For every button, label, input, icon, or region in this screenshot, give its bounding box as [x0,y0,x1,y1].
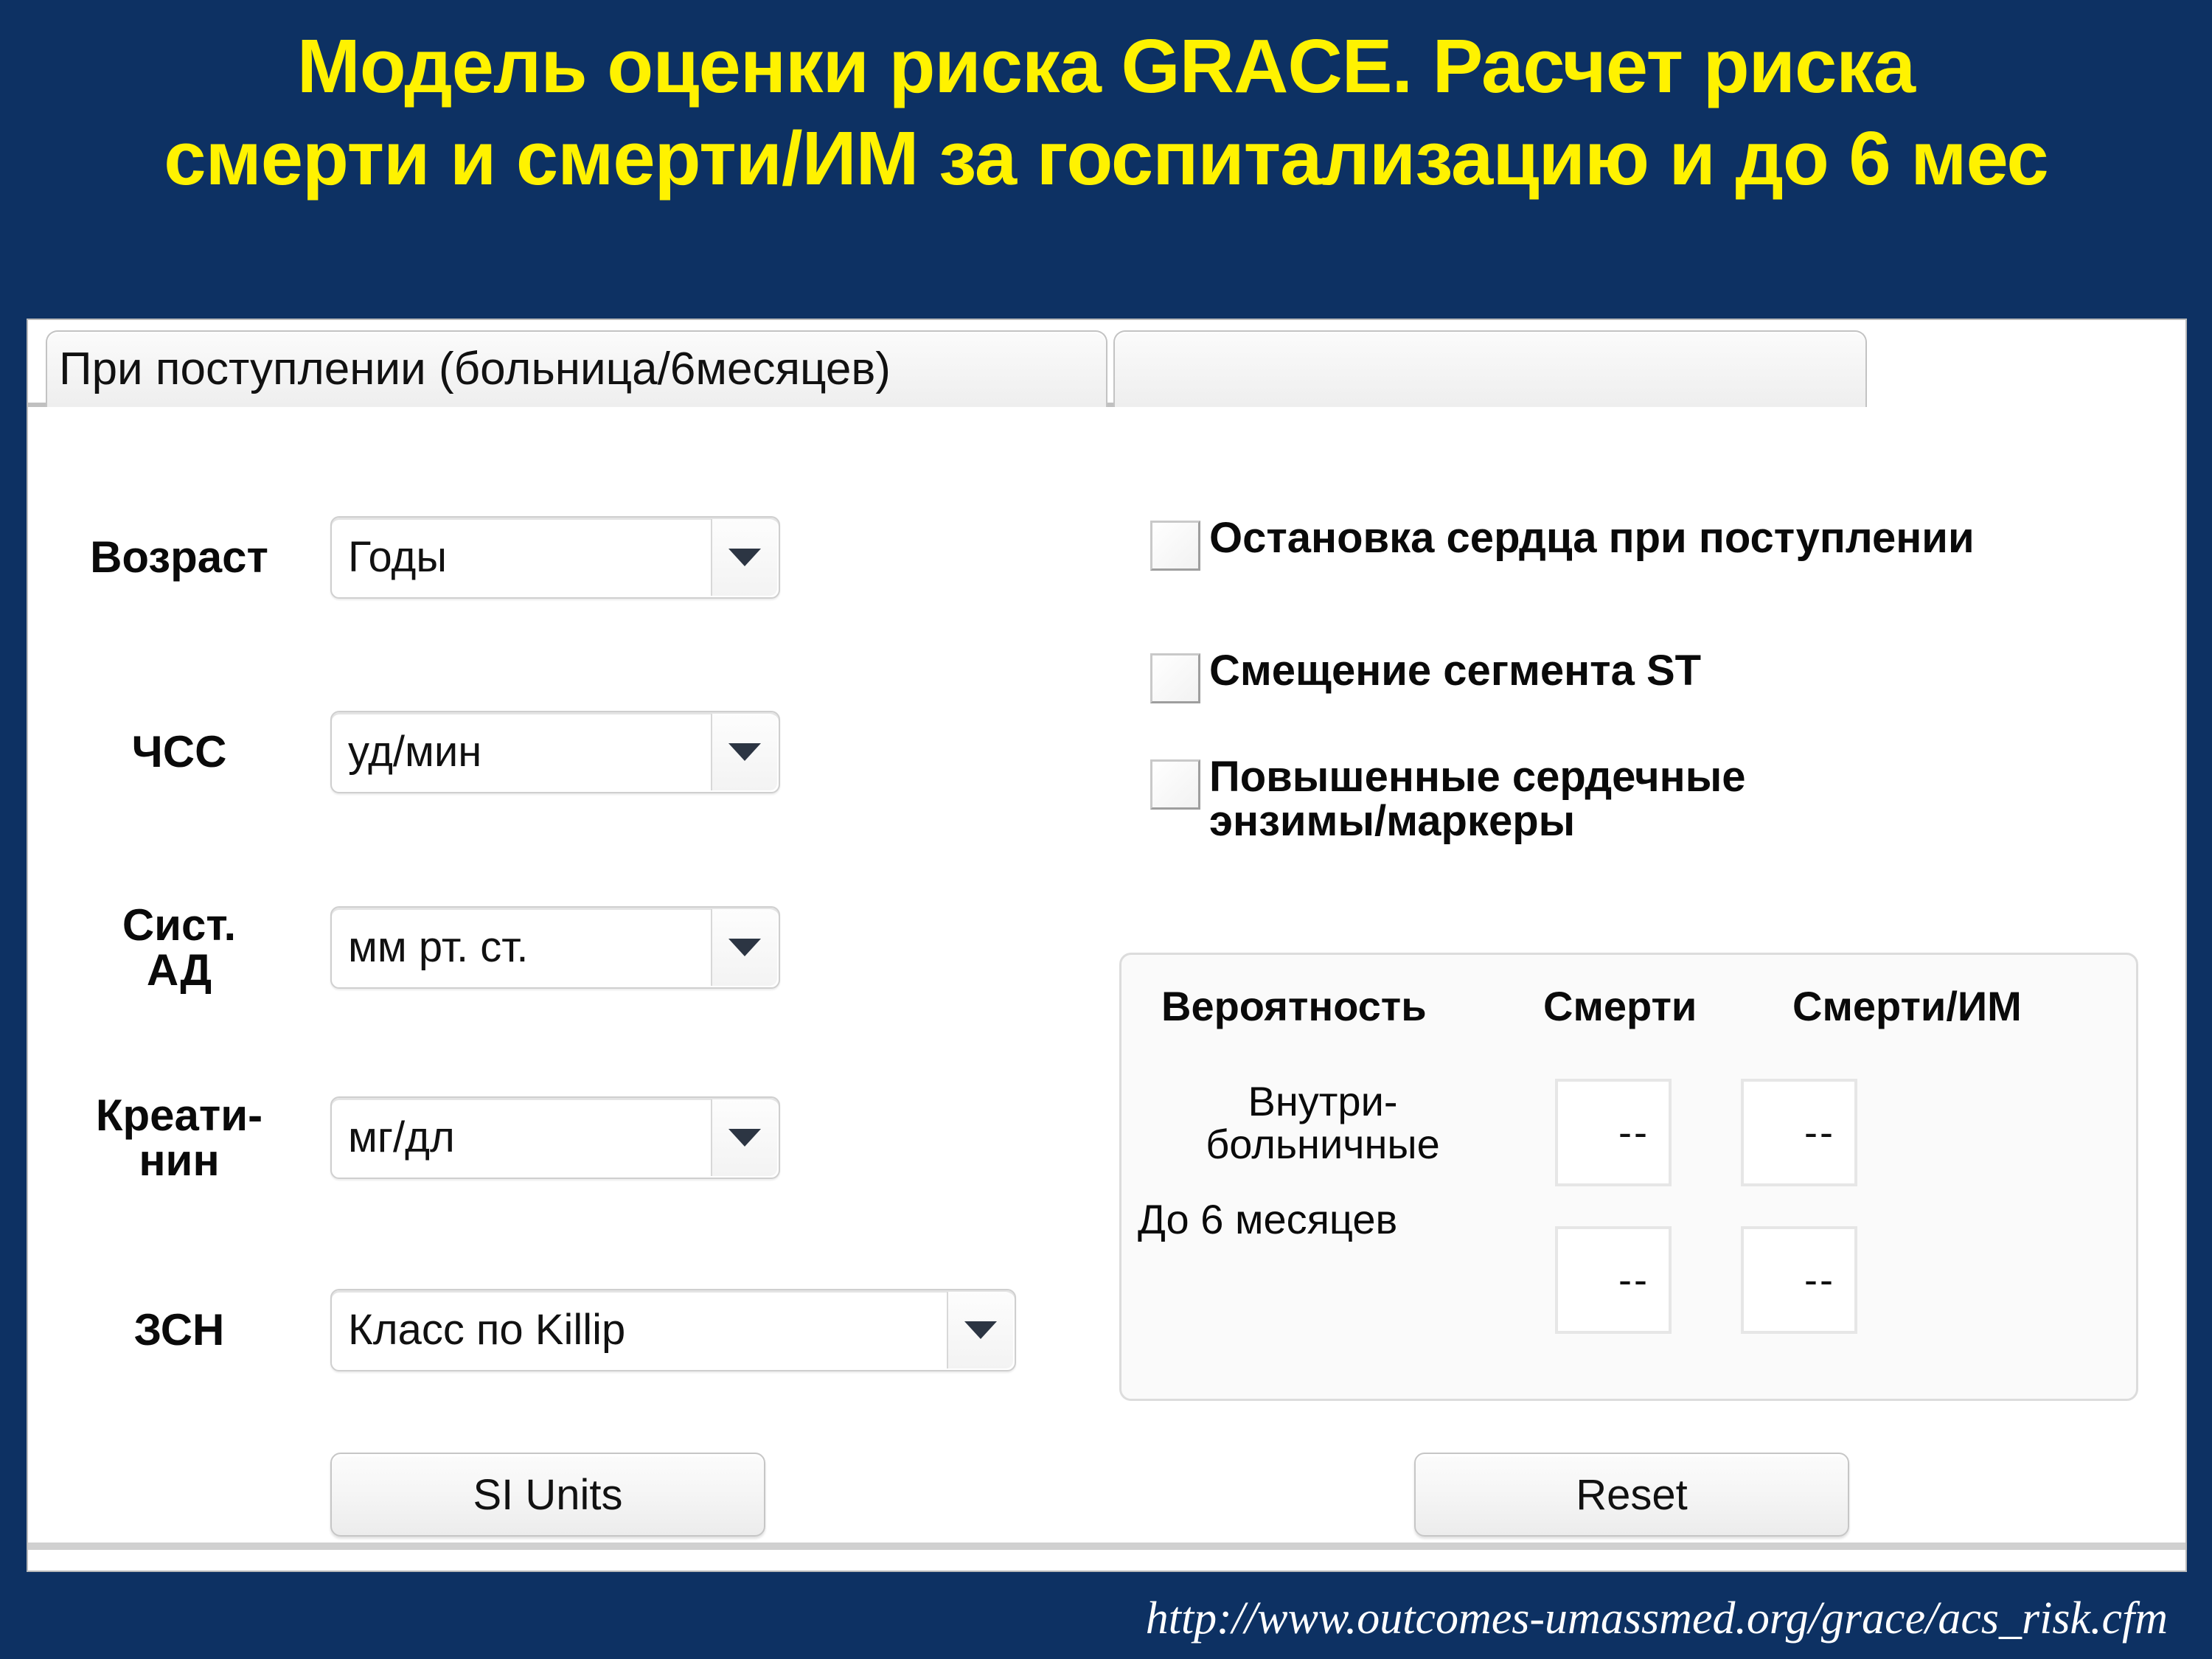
result-in-hospital-death: -- [1555,1079,1672,1186]
killip-class-select-value: Класс по Killip [348,1306,626,1354]
results-row-label-6-months: До 6 месяцев [1138,1196,1398,1242]
results-header-death-mi: Смерти/ИМ [1792,983,2022,1029]
results-header-death: Смерти [1543,983,1697,1029]
results-row-label-in-hospital: Внутри- больничные [1206,1078,1440,1168]
reset-button[interactable]: Reset [1414,1453,1849,1537]
checkbox-icon[interactable] [1150,521,1200,571]
form-row-age: Возраст Годы [58,516,780,599]
chevron-down-glyph [728,743,761,761]
si-units-button[interactable]: SI Units [330,1453,765,1537]
results-group: Вероятность Смерти Смерти/ИМ Внутри- бол… [1119,953,2138,1401]
tab-panel-admission: Возраст Годы ЧСС уд/мин Сист. АД мм рт. … [28,407,2185,1571]
form-row-heart-rate: ЧСС уд/мин [58,711,780,793]
checkbox-cardiac-enzymes-label: Повышенные сердечные энзимы/маркеры [1209,753,1746,846]
slide-root: Модель оценки риска GRACE. Расчет риска … [0,0,2212,1659]
chevron-down-icon[interactable] [947,1292,1013,1368]
label-killip-class: ЗСН [133,1305,225,1355]
tab-admission[interactable]: При поступлении (больница/6месяцев) [46,330,1107,407]
window-separator [28,1543,2185,1550]
chevron-down-icon[interactable] [711,909,777,987]
chevron-down-glyph [728,939,761,957]
chevron-down-icon[interactable] [711,519,777,596]
label-systolic-bp: Сист. АД [122,900,237,995]
tab-strip: При поступлении (больница/6месяцев) [28,320,2185,407]
chevron-down-glyph [964,1321,997,1339]
footer-url-link[interactable]: http://www.outcomes-umassmed.org/grace/a… [1146,1593,2168,1645]
checkbox-icon[interactable] [1150,759,1200,810]
page-title-line-1: Модель оценки риска GRACE. Расчет риска [296,24,1916,108]
checkbox-cardiac-arrest-label: Остановка сердца при поступлении [1209,514,1975,562]
form-row-systolic-bp: Сист. АД мм рт. ст. [58,902,780,992]
killip-class-select[interactable]: Класс по Killip [330,1289,1016,1371]
result-6-months-death: -- [1555,1226,1672,1334]
heart-rate-select[interactable]: уд/мин [330,711,780,793]
label-creatinine: Креати- нин [95,1091,263,1186]
result-in-hospital-death-mi: -- [1741,1079,1857,1186]
label-age: Возраст [90,532,268,582]
systolic-bp-select-value: мм рт. ст. [348,923,529,972]
page-title: Модель оценки риска GRACE. Расчет риска … [0,28,2212,196]
checkbox-st-deviation[interactable]: Смещение сегмента ST [1150,647,1702,703]
grace-calculator-window: При поступлении (больница/6месяцев) Возр… [27,319,2187,1572]
label-heart-rate: ЧСС [131,727,227,777]
form-row-creatinine: Креати- нин мг/дл [58,1093,780,1183]
page-title-line-2: смерти и смерти/ИМ за госпитализацию и д… [164,116,2048,201]
creatinine-select[interactable]: мг/дл [330,1096,780,1180]
chevron-down-icon[interactable] [711,1099,777,1177]
chevron-down-glyph [728,1129,761,1147]
checkbox-st-deviation-label: Смещение сегмента ST [1209,647,1702,695]
result-6-months-death-mi: -- [1741,1226,1857,1334]
checkbox-cardiac-enzymes[interactable]: Повышенные сердечные энзимы/маркеры [1150,753,1746,846]
tab-secondary[interactable] [1113,330,1867,407]
creatinine-select-value: мг/дл [348,1113,455,1162]
systolic-bp-select[interactable]: мм рт. ст. [330,906,780,990]
age-select[interactable]: Годы [330,516,780,599]
chevron-down-glyph [728,549,761,566]
results-header-probability: Вероятность [1161,983,1427,1029]
chevron-down-icon[interactable] [711,714,777,790]
heart-rate-select-value: уд/мин [348,728,482,776]
checkbox-icon[interactable] [1150,653,1200,703]
age-select-value: Годы [348,533,448,581]
tab-admission-label: При поступлении (больница/6месяцев) [59,344,891,394]
checkbox-cardiac-arrest[interactable]: Остановка сердца при поступлении [1150,514,1975,571]
footer-bar: http://www.outcomes-umassmed.org/grace/a… [0,1578,2212,1659]
form-row-killip-class: ЗСН Класс по Killip [58,1289,1016,1371]
